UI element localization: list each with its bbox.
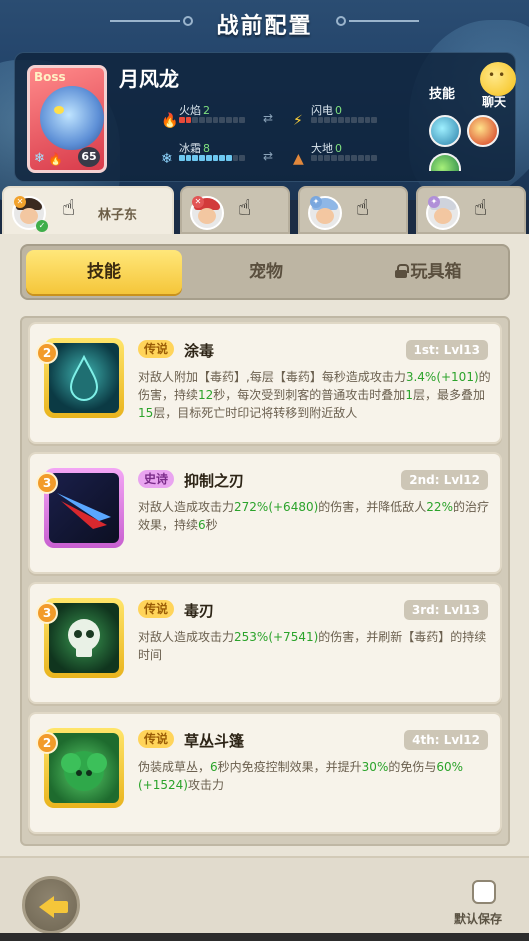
ice-bar (179, 155, 246, 161)
tab-toybox[interactable]: 玩具箱 (350, 250, 506, 294)
bottom-bar: 默认保存 (0, 856, 529, 941)
class-badge-icon: ✦ (310, 196, 322, 208)
boss-name: 月风龙 (119, 67, 179, 91)
lightning-icon: ⚡ (293, 113, 303, 129)
wind-skill-icon[interactable] (429, 115, 461, 147)
skill-count-badge: 3 (36, 602, 58, 624)
ready-badge-icon: ✓ (36, 220, 48, 232)
chat-label: 聊天 (482, 95, 507, 109)
lock-icon (394, 264, 409, 278)
rarity-badge: 传说 (138, 600, 175, 618)
snowflake-icon: ❄ (34, 151, 45, 166)
stat-lightning: ⚡ 闪电 0 (293, 99, 378, 129)
skill-name: 涂毒 (184, 342, 215, 360)
tab-toybox-label: 玩具箱 (410, 262, 462, 282)
stat-label: 火焰 (179, 104, 201, 117)
skill-count-badge: 2 (36, 342, 58, 364)
swap-arrow-icon: ⇄ (263, 149, 274, 163)
player-tab-2[interactable]: ✕ ☝ (180, 186, 290, 234)
skill-level: 2nd: Lvl12 (401, 470, 488, 490)
rarity-badge: 传说 (138, 730, 175, 748)
tap-hand-icon: ☝ (474, 196, 488, 221)
skill-level: 3rd: Lvl13 (403, 600, 488, 620)
main-panel: 技能 宠物 玩具箱 2 传说 涂毒 1st: Lvl13 对敌人附加【毒药】,每… (0, 234, 529, 941)
rarity-badge: 传说 (138, 340, 175, 358)
skill-count-badge: 2 (36, 732, 58, 754)
poison-drop-icon (49, 343, 119, 413)
title-ornament-right (336, 16, 419, 26)
stat-fire: 🔥 火焰 2 (161, 99, 246, 129)
player-name: 林子东 (98, 208, 138, 223)
dragon-portrait (40, 86, 104, 150)
skull-icon (49, 603, 119, 673)
blade-slash-icon (49, 473, 119, 543)
smiley-icon (480, 62, 516, 96)
boss-skills-label: 技能 (429, 87, 456, 102)
skill-name: 草丛斗篷 (184, 732, 245, 750)
skill-level: 4th: Lvl12 (404, 730, 488, 750)
stat-label: 冰霜 (179, 142, 201, 155)
stat-earth: ▲ 大地 0 (293, 137, 378, 167)
skill-description: 对敌人造成攻击力253%(+7541)的伤害，并刷新【毒药】的持续时间 (138, 630, 487, 662)
skill-card[interactable]: 2 传说 涂毒 1st: Lvl13 对敌人附加【毒药】,每层【毒药】每秒造成攻… (28, 322, 502, 444)
skill-list[interactable]: 2 传说 涂毒 1st: Lvl13 对敌人附加【毒药】,每层【毒药】每秒造成攻… (20, 316, 510, 846)
player-tab-4[interactable]: ✦ ☝ (416, 186, 526, 234)
default-save-label: 默认保存 (454, 912, 503, 926)
stat-ice: ❄ 冰霜 8 (161, 137, 246, 167)
boss-panel: Boss ❄ 🔥 65 月风龙 🔥 火焰 2 ⇄ ⚡ 闪电 0 ❄ 冰霜 8 ⇄ ▲ … (14, 52, 516, 182)
page-title: 战前配置 (216, 14, 313, 39)
snowflake-icon: ❄ (161, 151, 173, 167)
flame-icon: 🔥 (48, 152, 63, 166)
stat-value: 2 (203, 104, 210, 117)
class-badge-icon: ✕ (192, 196, 204, 208)
flame-icon: 🔥 (161, 113, 179, 129)
player-tabs: ✕ ✓ ☝ 林子东 ✕ ☝ ✦ ☝ ✦ ☝ (0, 186, 529, 236)
rarity-badge: 史诗 (138, 470, 175, 488)
player-tab-1[interactable]: ✕ ✓ ☝ 林子东 (2, 186, 174, 236)
bush-cloak-icon (49, 733, 119, 803)
skill-description: 伪装成草丛，6秒内免疫控制效果，并提升30%的免伤与60%(+1524)攻击力 (138, 760, 464, 792)
skill-card[interactable]: 3 传说 毒刃 3rd: Lvl13 对敌人造成攻击力253%(+7541)的伤… (28, 582, 502, 704)
stat-label: 大地 (311, 142, 333, 155)
fire-bar (179, 117, 246, 123)
nature-skill-icon[interactable] (429, 153, 461, 171)
back-arrow-button[interactable] (22, 876, 80, 934)
class-badge-icon: ✕ (14, 196, 26, 208)
stat-value: 0 (335, 104, 342, 117)
boss-card[interactable]: Boss ❄ 🔥 65 (27, 65, 107, 173)
skill-card[interactable]: 2 传说 草丛斗篷 4th: Lvl12 伪装成草丛，6秒内免疫控制效果，并提升… (28, 712, 502, 834)
battle-scene-header: 战前配置 Boss ❄ 🔥 65 月风龙 🔥 火焰 2 ⇄ ⚡ 闪电 0 ❄ 冰霜 8 (0, 0, 529, 200)
boss-level: 65 (78, 147, 100, 167)
tap-hand-icon: ☝ (356, 196, 370, 221)
skill-name: 毒刃 (184, 602, 215, 620)
boss-tag: Boss (34, 70, 66, 84)
player-tab-3[interactable]: ✦ ☝ (298, 186, 408, 234)
category-tabs: 技能 宠物 玩具箱 (20, 244, 510, 300)
earth-bar (311, 155, 378, 161)
fire-skill-icon[interactable] (467, 115, 499, 147)
stat-label: 闪电 (311, 104, 333, 117)
skill-description: 对敌人附加【毒药】,每层【毒药】每秒造成攻击力3.4%(+101)的伤害，持续1… (138, 370, 491, 420)
skill-level: 1st: Lvl13 (405, 340, 488, 360)
stat-value: 8 (203, 142, 210, 155)
tab-pets[interactable]: 宠物 (188, 250, 344, 294)
tap-hand-icon: ☝ (238, 196, 252, 221)
skill-card[interactable]: 3 史诗 抑制之刃 2nd: Lvl12 对敌人造成攻击力272%(+6480)… (28, 452, 502, 574)
stat-value: 0 (335, 142, 342, 155)
skill-description: 对敌人造成攻击力272%(+6480)的伤害，并降低敌人22%的治疗效果，持续6… (138, 500, 489, 532)
tab-skills[interactable]: 技能 (26, 250, 182, 294)
default-save-checkbox[interactable] (472, 880, 496, 904)
earth-icon: ▲ (293, 151, 304, 167)
lightning-bar (311, 117, 378, 123)
tap-hand-icon: ☝ (62, 196, 76, 221)
skill-name: 抑制之刃 (184, 472, 245, 490)
system-nav-strip (0, 933, 529, 941)
class-badge-icon: ✦ (428, 196, 440, 208)
skill-count-badge: 3 (36, 472, 58, 494)
swap-arrow-icon: ⇄ (263, 111, 274, 125)
